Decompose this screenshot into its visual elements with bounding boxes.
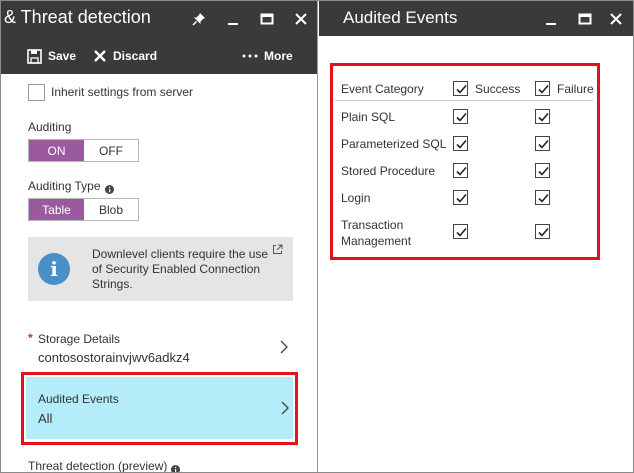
storage-details-row[interactable]: * Storage Details contosostorainvjwv6adk… (28, 319, 298, 369)
maximize-icon[interactable] (251, 1, 283, 36)
app-window: & Threat detection Save Discard More Inh… (0, 0, 634, 473)
blade-titlebar: & Threat detection (1, 1, 317, 36)
auditing-label: Auditing (28, 120, 72, 134)
blade-titlebar: Audited Events (319, 1, 633, 36)
info-small-icon[interactable] (171, 461, 180, 472)
save-label: Save (48, 49, 77, 63)
failure-checkbox[interactable] (535, 163, 550, 178)
auditing-type-toggle: Table Blob (28, 198, 139, 221)
failure-checkbox[interactable] (535, 109, 550, 124)
discard-button[interactable]: Discard (93, 48, 157, 64)
event-row-label: Parameterized SQL (341, 137, 447, 151)
success-checkbox[interactable] (453, 163, 468, 178)
grid-header-row: Event Category Success Failure (335, 75, 594, 101)
storage-details-label: Storage Details (38, 332, 121, 346)
failure-checkbox[interactable] (535, 224, 550, 239)
close-icon[interactable] (600, 1, 632, 36)
auditing-type-blob-option[interactable]: Blob (84, 199, 138, 220)
event-row-label: Login (341, 191, 371, 205)
info-text: Downlevel clients require the use of Sec… (92, 247, 269, 291)
header-failure-checkbox[interactable] (535, 81, 550, 96)
more-button[interactable]: More (242, 48, 293, 64)
success-checkbox[interactable] (453, 136, 468, 151)
auditing-type-label: Auditing Type (28, 179, 101, 193)
header-success-checkbox[interactable] (453, 81, 468, 96)
minimize-icon[interactable] (217, 1, 249, 36)
downlevel-clients-info[interactable]: i Downlevel clients require the use of S… (28, 237, 293, 301)
storage-account-value: contosostorainvjwv6adkz4 (38, 350, 190, 365)
event-row-label: Plain SQL (341, 110, 396, 124)
success-checkbox[interactable] (453, 224, 468, 239)
threat-detection-blade: & Threat detection Save Discard More Inh… (1, 1, 318, 473)
threat-detection-label: Threat detection (preview) (28, 459, 168, 473)
event-row-label-line1: Transaction (341, 218, 404, 232)
save-button[interactable]: Save (27, 48, 76, 64)
success-checkbox[interactable] (453, 109, 468, 124)
info-icon: i (38, 253, 70, 285)
header-failure: Failure (557, 82, 594, 96)
pin-icon[interactable] (183, 1, 215, 36)
blade-title: Audited Events (343, 8, 458, 27)
save-icon (27, 48, 42, 64)
external-link-icon[interactable] (272, 242, 283, 260)
failure-checkbox[interactable] (535, 190, 550, 205)
close-icon[interactable] (285, 1, 317, 36)
discard-label: Discard (113, 49, 158, 63)
auditing-toggle: ON OFF (28, 139, 139, 162)
inherit-settings-checkbox[interactable] (28, 84, 45, 101)
required-asterisk: * (28, 331, 33, 345)
command-bar: Save Discard More (1, 36, 317, 74)
minimize-icon[interactable] (535, 1, 567, 36)
event-row-label: Stored Procedure (341, 164, 436, 178)
success-checkbox[interactable] (453, 190, 468, 205)
auditing-on-option[interactable]: ON (29, 140, 84, 161)
discard-icon (94, 50, 106, 62)
failure-checkbox[interactable] (535, 136, 550, 151)
auditing-type-table-option[interactable]: Table (29, 199, 84, 220)
maximize-icon[interactable] (569, 1, 601, 36)
info-small-icon[interactable] (105, 181, 114, 199)
header-event-category: Event Category (341, 82, 424, 96)
blade-title: & Threat detection (4, 7, 151, 27)
header-success: Success (475, 82, 521, 96)
more-label: More (264, 49, 293, 63)
auditing-off-option[interactable]: OFF (84, 140, 138, 161)
chevron-right-icon (280, 340, 288, 359)
inherit-settings-label: Inherit settings from server (51, 85, 194, 99)
ellipsis-icon (242, 54, 258, 58)
event-row-label-line2: Management (341, 234, 412, 248)
highlight-audited-events (21, 372, 298, 445)
